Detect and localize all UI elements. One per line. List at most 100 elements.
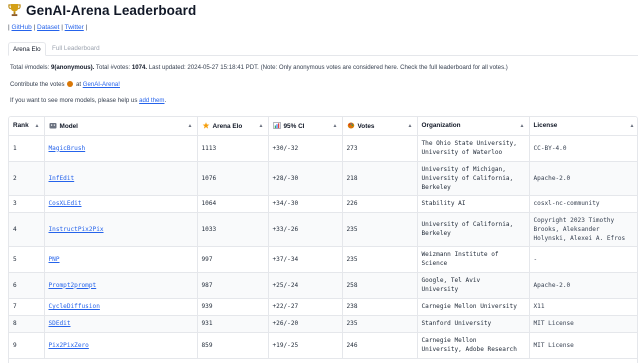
model-link[interactable]: Pix2PixZero (49, 342, 89, 349)
license-line: X11 (533, 303, 545, 310)
star-icon (202, 122, 209, 129)
ci-cell: +33/-26 (268, 212, 343, 247)
model-cell: PNP (44, 246, 198, 273)
votes-cell: 246 (342, 332, 418, 359)
sort-icon[interactable]: ▲ (259, 123, 264, 129)
total-models-value: 9(anonymous). (50, 64, 95, 71)
elo-cell: 987 (197, 272, 269, 299)
rank-cell: 7 (9, 298, 45, 316)
paint-palette-icon (67, 81, 74, 87)
license-cell: - (529, 246, 637, 273)
dataset-link[interactable]: Dataset (37, 24, 59, 31)
table-row: 3 CosXLEdit 1064 +34/-30 226 Stability AI cosx… (9, 195, 637, 213)
organization-cell: University of Michigan, University of Cal… (417, 161, 530, 196)
genai-arena-link[interactable]: GenAI-Arena! (83, 81, 120, 88)
rank-cell: 9 (9, 332, 45, 359)
model-link[interactable]: InstructPix2Pix (49, 226, 104, 233)
elo-cell: 931 (197, 315, 269, 333)
sort-icon[interactable]: ▲ (333, 123, 338, 129)
model-link[interactable]: CycleDiffusion (49, 303, 100, 310)
votes-cell: 235 (342, 315, 418, 333)
organization-cell: Weizmann Institute of Science (417, 246, 530, 273)
tab-arena-elo[interactable]: Arena Elo (8, 42, 46, 56)
license-cell: Apache-2.0 (529, 161, 637, 196)
license-cell: CC-BY-4.0 (529, 135, 637, 162)
column-header-95-ci[interactable]: 95% CI ▲ (268, 117, 343, 136)
rank-cell: 8 (9, 315, 45, 333)
model-link[interactable]: PNP (49, 256, 60, 263)
model-link[interactable]: Prompt2prompt (49, 282, 97, 289)
github-link[interactable]: GitHub (12, 24, 32, 31)
elo-cell: 997 (197, 246, 269, 273)
votes-cell: 218 (342, 161, 418, 196)
rank-cell: 6 (9, 272, 45, 299)
license-line: cosxl-nc-community (533, 200, 600, 207)
votes-cell: 273 (342, 135, 418, 162)
ci-cell: +25/-24 (268, 272, 343, 299)
table-row: 1 MagicBrush 1113 +30/-32 273 The Ohio State … (9, 135, 637, 162)
model-link[interactable]: SDEdit (49, 320, 71, 327)
total-votes-value: 1074. (131, 64, 148, 71)
twitter-link[interactable]: Twitter (65, 24, 84, 31)
page-header: GenAI-Arena Leaderboard (8, 2, 196, 18)
model-cell: InstructPix2Pix (44, 212, 198, 247)
column-header-license[interactable]: License ▲ (529, 117, 637, 136)
table-row: 8 SDEdit 931 +26/-20 235 Stanford University M… (9, 315, 637, 333)
sort-icon[interactable]: ▲ (408, 123, 413, 129)
column-header-model[interactable]: Model ▲ (44, 117, 198, 136)
summary-text: Total #models: 9(anonymous). Total #vote… (10, 64, 508, 71)
rank-cell: 2 (9, 161, 45, 196)
paint-palette-icon (347, 122, 354, 129)
rank-cell: 4 (9, 212, 45, 247)
column-header-votes[interactable]: Votes ▲ (342, 117, 418, 136)
robot-icon (49, 122, 56, 129)
model-cell: Prompt2prompt (44, 272, 198, 299)
model-link[interactable]: MagicBrush (49, 145, 86, 152)
organization-cell: Stanford University (417, 315, 530, 333)
license-cell: MIT License (529, 315, 637, 333)
elo-cell: 939 (197, 298, 269, 316)
model-cell: SDEdit (44, 315, 198, 333)
table-row: 7 CycleDiffusion 939 +22/-27 238 Carnegie Mel… (9, 298, 637, 316)
license-line: MIT License (533, 320, 574, 327)
contribute-text: Contribute the votes at GenAI-Arena! (10, 81, 120, 88)
license-line: Brooks, Aleksander (533, 225, 600, 233)
table-row: 2 InfEdit 1076 +28/-30 218 University of Mich… (9, 161, 637, 196)
column-header-rank[interactable]: Rank ▲ (9, 117, 45, 136)
organization-cell: Carnegie Mellon University, Adobe Researc… (417, 332, 530, 359)
organization-line: University, Adobe Research (421, 346, 517, 353)
license-line: - (533, 255, 538, 263)
sort-icon[interactable]: ▲ (35, 123, 40, 129)
leaderboard-table: Rank ▲ Model ▲ Arena Elo ▲ 95% CI ▲ Votes ▲ O… (8, 116, 638, 363)
license-cell: X11 (529, 298, 637, 316)
votes-cell: 258 (342, 272, 418, 299)
column-header-organization[interactable]: Organization ▲ (417, 117, 530, 136)
chart-icon (273, 121, 281, 129)
organization-line: University of California, (421, 174, 514, 182)
organization-line: The Ohio State University, (421, 140, 517, 147)
rank-cell: 5 (9, 246, 45, 273)
license-line: Apache-2.0 (533, 281, 571, 289)
organization-cell: University of California, Berkeley (417, 212, 530, 247)
sort-icon[interactable]: ▲ (188, 123, 193, 129)
table-row: 9 Pix2PixZero 859 +19/-25 246 Carnegie Mellon… (9, 332, 637, 359)
model-link[interactable]: InfEdit (49, 175, 75, 182)
trophy-icon (8, 3, 21, 17)
organization-line: University of California, (421, 221, 514, 228)
add-them-link[interactable]: add them (139, 97, 164, 104)
model-cell: CycleDiffusion (44, 298, 198, 316)
sort-icon[interactable]: ▲ (520, 123, 525, 129)
elo-cell: 859 (197, 332, 269, 359)
table-row: 4 InstructPix2Pix 1033 +33/-26 235 University… (9, 212, 637, 247)
page-title: GenAI-Arena Leaderboard (26, 2, 197, 18)
organization-cell: Stability AI (417, 195, 530, 213)
elo-cell: 1033 (197, 212, 269, 247)
column-header-arena-elo[interactable]: Arena Elo ▲ (197, 117, 269, 136)
ci-cell: +34/-30 (268, 195, 343, 213)
tab-full-leaderboard[interactable]: Full Leaderboard (48, 42, 104, 56)
model-link[interactable]: CosXLEdit (49, 200, 82, 207)
ci-cell: +26/-20 (268, 315, 343, 333)
model-cell: Pix2PixZero (44, 332, 198, 359)
sort-icon[interactable]: ▲ (630, 123, 635, 129)
table-header-row: Rank ▲ Model ▲ Arena Elo ▲ 95% CI ▲ Votes ▲ O… (9, 117, 637, 136)
